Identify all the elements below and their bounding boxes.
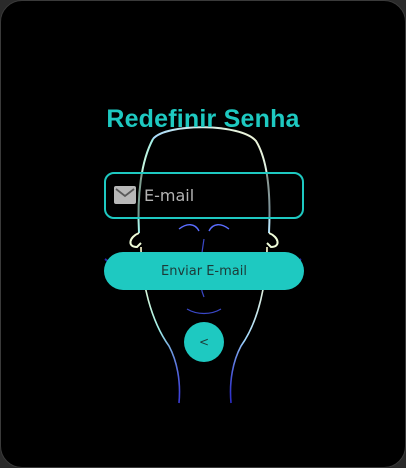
page-title: Redefinir Senha: [106, 105, 300, 133]
mail-icon: [114, 186, 136, 204]
email-field[interactable]: [104, 172, 304, 219]
back-button[interactable]: <: [184, 322, 224, 362]
send-email-button[interactable]: Enviar E-mail: [104, 252, 304, 290]
background-illustration: [104, 126, 302, 404]
email-input[interactable]: [144, 174, 298, 217]
app-window: Redefinir Senha Enviar E-mail <: [0, 0, 406, 468]
